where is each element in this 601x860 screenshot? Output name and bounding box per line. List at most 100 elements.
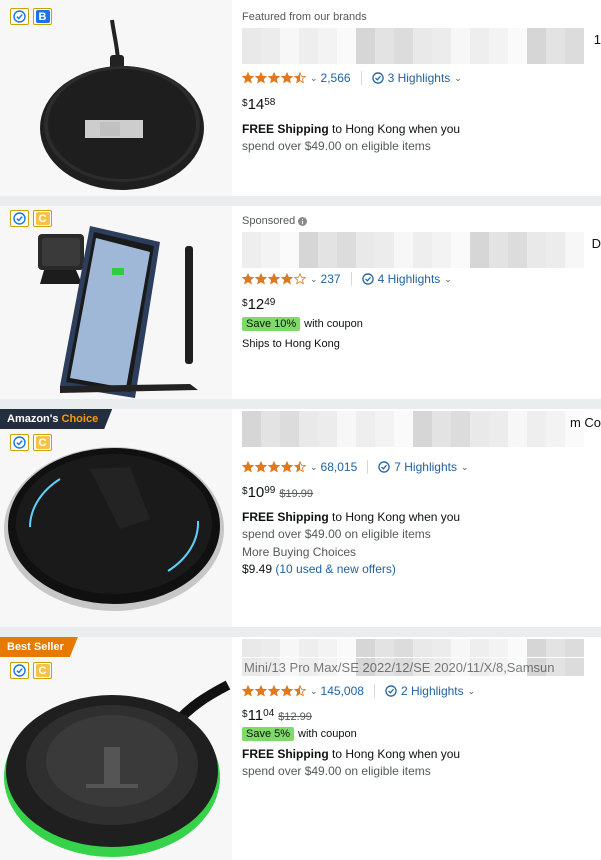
product-card[interactable]: B Featured from our brands 1 ⌄ 2,566 3 H… bbox=[0, 0, 601, 196]
badge-main-text: Best Seller bbox=[7, 641, 64, 653]
rating-row: ⌄ 68,015 7 Highlights ⌄ bbox=[242, 459, 601, 475]
product-flags: C bbox=[10, 662, 52, 679]
divider bbox=[373, 684, 375, 698]
rating-count[interactable]: 68,015 bbox=[321, 460, 358, 474]
chevron-down-icon: ⌄ bbox=[454, 72, 462, 83]
best-seller-badge[interactable]: Best Seller bbox=[0, 637, 78, 657]
highlights-link[interactable]: 7 Highlights ⌄ bbox=[378, 460, 471, 474]
star-rating[interactable] bbox=[242, 685, 306, 697]
coupon-badge[interactable]: Save 10% bbox=[242, 317, 301, 331]
star-icon bbox=[255, 72, 267, 84]
card-separator bbox=[0, 399, 601, 409]
star-rating[interactable] bbox=[242, 461, 306, 473]
product-title[interactable]: m Co bbox=[242, 411, 601, 447]
highlights-link[interactable]: 3 Highlights ⌄ bbox=[371, 71, 465, 85]
chevron-down-icon: ⌄ bbox=[467, 685, 476, 696]
brand-flag: B bbox=[33, 8, 52, 25]
half-star-icon bbox=[294, 461, 306, 473]
blurred-title-blocks bbox=[242, 28, 601, 64]
product-image[interactable] bbox=[0, 206, 232, 399]
more-buying-choices: More Buying Choices $9.49 (10 used & new… bbox=[242, 544, 601, 578]
divider bbox=[350, 272, 352, 286]
price-whole: 10 bbox=[247, 484, 265, 501]
price-fraction: 99 bbox=[264, 485, 276, 496]
price[interactable]: $ 14 58 bbox=[242, 96, 601, 113]
highlights-label: 3 Highlights bbox=[387, 71, 451, 85]
coupon-text: with coupon bbox=[304, 318, 363, 330]
charger-stand-image bbox=[38, 226, 198, 398]
coupon-row[interactable]: Save 10% with coupon bbox=[242, 317, 601, 331]
product-image[interactable] bbox=[0, 0, 232, 196]
product-info: m Co ⌄ 68,015 7 Highlights ⌄ $ 10 99 $19… bbox=[242, 409, 601, 578]
check-circle-icon bbox=[371, 72, 384, 84]
divider bbox=[367, 460, 369, 474]
free-shipping-label: FREE Shipping bbox=[242, 747, 329, 761]
shipping-info: FREE Shipping to Hong Kong when you spen… bbox=[242, 509, 601, 543]
star-icon bbox=[242, 273, 254, 285]
star-icon bbox=[268, 461, 280, 473]
info-icon[interactable] bbox=[298, 216, 308, 226]
check-circle-icon bbox=[10, 8, 29, 25]
divider bbox=[360, 71, 362, 85]
blurred-title-blocks bbox=[242, 411, 601, 447]
product-info: Mini/13 Pro Max/SE 2022/12/SE 2020/11/X/… bbox=[242, 637, 601, 780]
product-title[interactable]: D bbox=[242, 232, 601, 268]
product-card[interactable]: Amazon's Choice C m Co ⌄ 68,015 7 Highli… bbox=[0, 409, 601, 627]
list-price: $12.99 bbox=[278, 711, 312, 723]
free-shipping-label: FREE Shipping bbox=[242, 510, 329, 524]
sponsored-label[interactable]: Sponsored bbox=[242, 215, 601, 227]
check-circle-icon bbox=[385, 685, 397, 697]
product-flags: C bbox=[10, 210, 52, 227]
check-circle-icon bbox=[10, 434, 29, 451]
chevron-down-icon: ⌄ bbox=[444, 273, 452, 284]
price[interactable]: $ 10 99 $19.99 bbox=[242, 484, 601, 501]
check-circle-icon bbox=[10, 210, 29, 227]
coupon-row[interactable]: Save 5% with coupon bbox=[242, 727, 601, 741]
badge-main-text: Amazon's bbox=[7, 413, 59, 425]
highlights-link[interactable]: 2 Highlights ⌄ bbox=[385, 684, 478, 698]
star-icon bbox=[281, 461, 293, 473]
empty-star-icon bbox=[294, 273, 306, 285]
product-card[interactable]: Best Seller C Mini/13 Pro Max/SE 2022/12… bbox=[0, 637, 601, 860]
shipping-destination: to Hong Kong when you bbox=[328, 510, 461, 524]
charger-pad-image bbox=[40, 19, 204, 190]
price-fraction: 04 bbox=[263, 708, 275, 719]
sponsored-text: Sponsored bbox=[242, 215, 296, 227]
star-rating[interactable] bbox=[242, 273, 306, 285]
chevron-down-icon[interactable]: ⌄ bbox=[310, 686, 318, 697]
blurred-title-blocks bbox=[242, 232, 601, 268]
product-title[interactable]: Mini/13 Pro Max/SE 2022/12/SE 2020/11/X/… bbox=[242, 639, 601, 677]
chevron-down-icon[interactable]: ⌄ bbox=[310, 73, 318, 84]
ships-to-label: Ships to Hong Kong bbox=[242, 338, 340, 350]
shipping-info: FREE Shipping to Hong Kong when you spen… bbox=[242, 121, 601, 155]
rating-row: ⌄ 2,566 3 Highlights ⌄ bbox=[242, 70, 601, 86]
rating-count[interactable]: 145,008 bbox=[321, 684, 364, 698]
price[interactable]: $ 11 04 $12.99 bbox=[242, 707, 601, 724]
amazons-choice-badge[interactable]: Amazon's Choice bbox=[0, 409, 112, 429]
rating-row: ⌄ 237 4 Highlights ⌄ bbox=[242, 271, 601, 287]
highlights-link[interactable]: 4 Highlights ⌄ bbox=[361, 272, 455, 286]
chevron-down-icon[interactable]: ⌄ bbox=[310, 274, 318, 285]
product-title[interactable]: 1 bbox=[242, 28, 601, 64]
category-flag: C bbox=[33, 662, 52, 679]
price-fraction: 49 bbox=[264, 297, 276, 308]
rating-count[interactable]: 2,566 bbox=[321, 71, 351, 85]
star-icon bbox=[281, 72, 293, 84]
star-rating[interactable] bbox=[242, 72, 306, 84]
half-star-icon bbox=[294, 72, 306, 84]
offers-link[interactable]: (10 used & new offers) bbox=[275, 562, 396, 576]
star-icon bbox=[281, 273, 293, 285]
price[interactable]: $ 12 49 bbox=[242, 296, 601, 313]
chevron-down-icon[interactable]: ⌄ bbox=[310, 462, 318, 473]
star-icon bbox=[255, 685, 267, 697]
coupon-badge[interactable]: Save 5% bbox=[242, 727, 295, 741]
category-flag: C bbox=[33, 210, 52, 227]
star-icon bbox=[281, 685, 293, 697]
star-icon bbox=[268, 273, 280, 285]
half-star-icon bbox=[294, 685, 306, 697]
price-whole: 11 bbox=[247, 707, 264, 724]
price-fraction: 58 bbox=[264, 97, 276, 108]
product-card[interactable]: C Sponsored D ⌄ 237 4 Highlights ⌄ $ 12 … bbox=[0, 206, 601, 399]
title-edge-text: Mini/13 Pro Max/SE 2022/12/SE 2020/11/X/… bbox=[244, 660, 555, 675]
rating-count[interactable]: 237 bbox=[321, 272, 341, 286]
